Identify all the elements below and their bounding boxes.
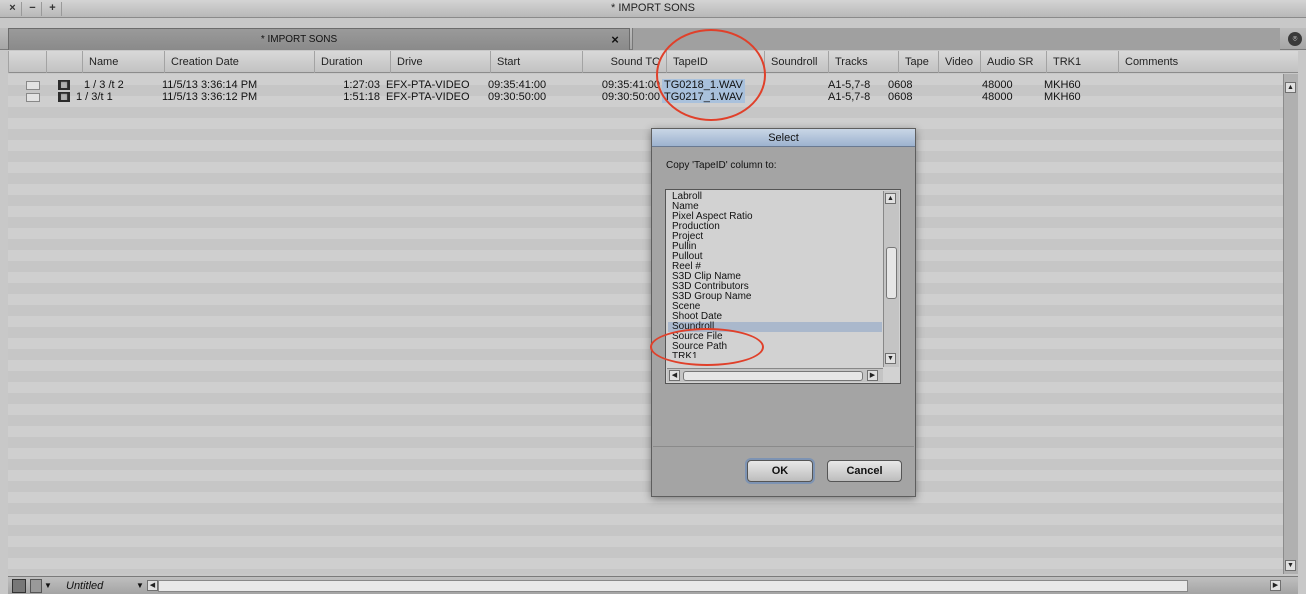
annotation-circle-soundroll — [650, 328, 764, 366]
cell-duration: 1:51:18 — [343, 91, 380, 103]
column-header-duration[interactable]: Duration — [314, 51, 390, 73]
list-scroll-left-icon[interactable]: ◀ — [669, 370, 680, 381]
bin-vertical-scrollbar[interactable]: ▲ ▼ — [1283, 74, 1298, 574]
column-header-video[interactable]: Video — [938, 51, 980, 73]
bin-fast-menu-icon[interactable]: ⌾ — [1288, 32, 1302, 46]
column-header-start[interactable]: Start — [490, 51, 582, 73]
list-horizontal-scrollbar[interactable]: ◀ ▶ — [667, 368, 883, 382]
tab-import-sons[interactable]: * IMPORT SONS × — [8, 28, 630, 50]
bin-view-dropdown-icon[interactable]: ▼ — [136, 579, 144, 593]
bin-view-script-icon[interactable] — [30, 579, 42, 593]
dialog-title: Select — [652, 129, 915, 147]
cell-creation-date: 11/5/13 3:36:12 PM — [162, 91, 258, 103]
cell-start: 09:30:50:00 — [488, 91, 547, 103]
table-row[interactable]: ▦ 1 / 3/t 1 11/5/13 3:36:12 PM 1:51:18 E… — [8, 91, 1283, 103]
column-header-icon[interactable] — [46, 51, 82, 73]
bin-tab-bar: * IMPORT SONS × ⌾ — [0, 28, 1306, 50]
scroll-down-icon[interactable]: ▼ — [1285, 560, 1296, 571]
close-tab-icon[interactable]: × — [607, 32, 623, 48]
select-dialog[interactable]: Select Copy 'TapeID' column to: Labroll … — [651, 128, 916, 497]
column-header-drive[interactable]: Drive — [390, 51, 490, 73]
list-hscroll-thumb[interactable] — [683, 371, 863, 381]
cancel-button[interactable]: Cancel — [827, 460, 902, 482]
cell-tracks: A1-5,7-8 — [828, 91, 871, 103]
cell-start: 09:35:41:00 — [488, 79, 547, 91]
list-item[interactable]: Project — [668, 232, 882, 242]
cell-sound-tc: 09:35:41:00 — [601, 79, 660, 91]
audio-clip-icon: ▦ — [58, 92, 70, 102]
tab-label: * IMPORT SONS — [260, 34, 338, 45]
cell-creation-date: 11/5/13 3:36:14 PM — [162, 79, 258, 91]
bin-clip-list[interactable]: ▦ 1 / 3 /t 2 11/5/13 3:36:14 PM 1:27:03 … — [8, 74, 1283, 574]
cell-name: 1 / 3 /t 2 — [84, 79, 124, 91]
column-header-comments[interactable]: Comments — [1118, 51, 1210, 73]
list-scroll-thumb[interactable] — [886, 247, 897, 299]
cell-tape: 0608 — [888, 79, 913, 91]
dialog-prompt: Copy 'TapeID' column to: — [666, 160, 777, 171]
bin-view-name[interactable]: Untitled — [66, 579, 103, 593]
window-titlebar: × − + * IMPORT SONS — [0, 0, 1306, 18]
window-title: * IMPORT SONS — [611, 2, 695, 14]
view-menu-chevron-down-icon[interactable]: ▼ — [44, 579, 52, 593]
list-item[interactable]: Labroll — [668, 192, 882, 202]
row-select-box[interactable] — [26, 93, 40, 102]
list-item[interactable]: S3D Group Name — [668, 292, 882, 302]
bin-view-frame-icon[interactable] — [12, 579, 26, 593]
column-header-audio-sr[interactable]: Audio SR — [980, 51, 1046, 73]
cell-audio-sr: 48000 — [982, 79, 1013, 91]
cell-trk1: MKH60 — [1044, 91, 1081, 103]
list-scroll-right-icon[interactable]: ▶ — [867, 370, 878, 381]
column-header-trk1[interactable]: TRK1 — [1046, 51, 1118, 73]
cell-audio-sr: 48000 — [982, 91, 1013, 103]
column-header-tracks[interactable]: Tracks — [828, 51, 898, 73]
column-header-sound-tc[interactable]: Sound TC — [582, 51, 666, 73]
cell-trk1: MKH60 — [1044, 79, 1081, 91]
bin-horizontal-scrollbar[interactable] — [158, 580, 1188, 592]
cell-tracks: A1-5,7-8 — [828, 79, 871, 91]
list-scroll-up-icon[interactable]: ▲ — [885, 193, 896, 204]
column-header-creation-date[interactable]: Creation Date — [164, 51, 314, 73]
cell-sound-tc: 09:30:50:00 — [601, 91, 660, 103]
ok-button[interactable]: OK — [747, 460, 813, 482]
cell-drive: EFX-PTA-VIDEO — [386, 91, 470, 103]
cell-duration: 1:27:03 — [343, 79, 380, 91]
scroll-left-icon[interactable]: ◀ — [147, 580, 158, 591]
column-header-tape[interactable]: Tape — [898, 51, 938, 73]
list-scroll-down-icon[interactable]: ▼ — [885, 353, 896, 364]
bin-bottom-bar: ▼ Untitled ▼ ◀ ▶ — [8, 576, 1298, 594]
cell-tape: 0608 — [888, 91, 913, 103]
row-select-box[interactable] — [26, 81, 40, 90]
dialog-divider — [653, 446, 914, 447]
audio-clip-icon: ▦ — [58, 80, 70, 90]
annotation-circle-tapeid — [656, 29, 766, 121]
column-header-select[interactable] — [8, 51, 46, 73]
column-header-soundroll[interactable]: Soundroll — [764, 51, 828, 73]
table-row[interactable]: ▦ 1 / 3 /t 2 11/5/13 3:36:14 PM 1:27:03 … — [8, 79, 1283, 91]
column-header: Name Creation Date Duration Drive Start … — [8, 51, 1298, 73]
scroll-right-icon[interactable]: ▶ — [1270, 580, 1281, 591]
scroll-up-icon[interactable]: ▲ — [1285, 82, 1296, 93]
cell-name: 1 / 3/t 1 — [76, 91, 113, 103]
column-header-name[interactable]: Name — [82, 51, 164, 73]
cell-drive: EFX-PTA-VIDEO — [386, 79, 470, 91]
list-vertical-scrollbar[interactable]: ▲ ▼ — [883, 191, 899, 367]
